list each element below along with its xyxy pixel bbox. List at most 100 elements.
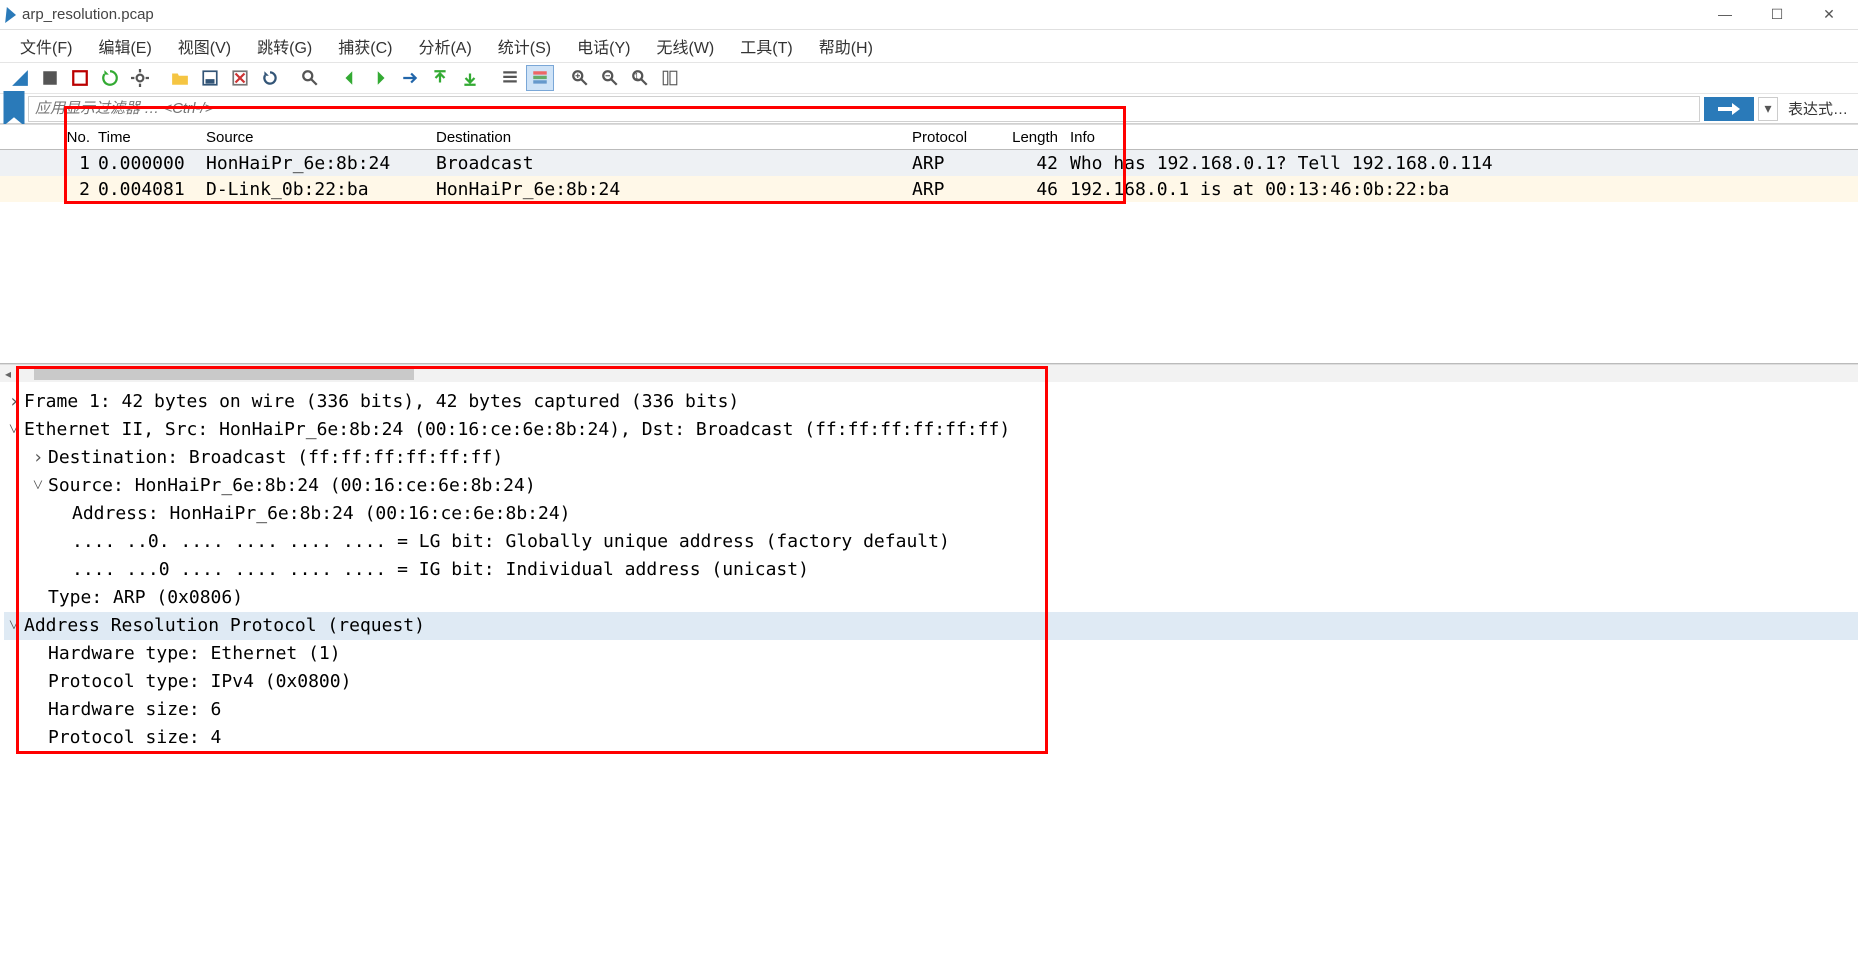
zoomout-icon[interactable] <box>596 65 624 91</box>
tree-toggle-icon[interactable]: › <box>4 388 24 416</box>
detail-text: Protocol size: 4 <box>48 724 221 752</box>
menu-item-7[interactable]: 电话(Y) <box>577 34 630 58</box>
expression-button[interactable]: 表达式… <box>1778 98 1858 119</box>
menu-item-5[interactable]: 分析(A) <box>418 34 471 58</box>
reload-icon[interactable] <box>256 65 284 91</box>
menu-item-1[interactable]: 编辑(E) <box>98 34 151 58</box>
open-icon[interactable] <box>166 65 194 91</box>
maximize-button[interactable]: ☐ <box>1760 6 1794 23</box>
svg-text:1: 1 <box>634 72 638 81</box>
window-controls: — ☐ ✕ <box>1708 6 1852 23</box>
detail-text: Address Resolution Protocol (request) <box>24 612 425 640</box>
col-source[interactable]: Source <box>206 129 436 146</box>
fin-icon[interactable] <box>6 65 34 91</box>
apply-filter-button[interactable] <box>1704 97 1754 121</box>
packet-row[interactable]: 20.004081D-Link_0b:22:baHonHaiPr_6e:8b:2… <box>0 176 1858 202</box>
detail-line[interactable]: .... ..0. .... .... .... .... = LG bit: … <box>4 528 1858 556</box>
cell-protocol: ARP <box>912 179 1010 200</box>
stop-icon[interactable] <box>66 65 94 91</box>
menubar: 文件(F) 编辑(E) 视图(V) 跳转(G) 捕获(C) 分析(A) 统计(S) 电话(Y)… <box>0 30 1858 62</box>
detail-text: .... ...0 .... .... .... .... = IG bit: … <box>72 556 809 584</box>
detail-line[interactable]: Protocol size: 4 <box>4 724 1858 752</box>
detail-line[interactable]: Hardware size: 6 <box>4 696 1858 724</box>
detail-line[interactable]: ›Frame 1: 42 bytes on wire (336 bits), 4… <box>4 388 1858 416</box>
menu-item-3[interactable]: 跳转(G) <box>257 34 312 58</box>
detail-text: .... ..0. .... .... .... .... = LG bit: … <box>72 528 950 556</box>
detail-text: Type: ARP (0x0806) <box>48 584 243 612</box>
filter-bar: ▾ 表达式… <box>0 94 1858 124</box>
packet-list-header: No. Time Source Destination Protocol Len… <box>0 124 1858 150</box>
menu-item-0[interactable]: 文件(F) <box>20 34 72 58</box>
fwd-icon[interactable] <box>366 65 394 91</box>
cell-info: Who has 192.168.0.1? Tell 192.168.0.114 <box>1064 153 1858 174</box>
tree-toggle-icon[interactable]: ˅ <box>4 612 24 640</box>
zoomreset-icon[interactable]: 1 <box>626 65 654 91</box>
toolbar-separator <box>486 65 494 91</box>
cell-time: 0.000000 <box>98 153 206 174</box>
menu-item-10[interactable]: 帮助(H) <box>819 34 873 58</box>
tree-toggle-icon[interactable]: ˅ <box>28 472 48 500</box>
app-icon <box>5 7 17 23</box>
goto-icon[interactable] <box>396 65 424 91</box>
cell-destination: HonHaiPr_6e:8b:24 <box>436 179 912 200</box>
restart-icon[interactable] <box>96 65 124 91</box>
menu-item-4[interactable]: 捕获(C) <box>338 34 392 58</box>
coloring-icon[interactable] <box>526 65 554 91</box>
bookmark-icon[interactable] <box>0 95 28 123</box>
tree-toggle-icon[interactable]: ˅ <box>4 416 24 444</box>
menu-item-8[interactable]: 无线(W) <box>656 34 714 58</box>
col-info[interactable]: Info <box>1064 129 1858 146</box>
packet-list-body: 10.000000HonHaiPr_6e:8b:24BroadcastARP42… <box>0 150 1858 202</box>
menu-item-6[interactable]: 统计(S) <box>498 34 551 58</box>
gotop-icon[interactable] <box>426 65 454 91</box>
find-icon[interactable] <box>296 65 324 91</box>
cell-time: 0.004081 <box>98 179 206 200</box>
col-protocol[interactable]: Protocol <box>912 129 1010 146</box>
detail-line[interactable]: Type: ARP (0x0806) <box>4 584 1858 612</box>
detail-line[interactable]: ˅Address Resolution Protocol (request) <box>4 612 1858 640</box>
titlebar: arp_resolution.pcap — ☐ ✕ <box>0 0 1858 30</box>
back-icon[interactable] <box>336 65 364 91</box>
minimize-button[interactable]: — <box>1708 6 1742 23</box>
packet-list-pane: No. Time Source Destination Protocol Len… <box>0 124 1858 364</box>
menu-item-2[interactable]: 视图(V) <box>178 34 231 58</box>
toolbar: 1 <box>0 62 1858 94</box>
col-length[interactable]: Length <box>1010 129 1064 146</box>
zoomin-icon[interactable] <box>566 65 594 91</box>
detail-line[interactable]: Protocol type: IPv4 (0x0800) <box>4 668 1858 696</box>
detail-line[interactable]: ˅Ethernet II, Src: HonHaiPr_6e:8b:24 (00… <box>4 416 1858 444</box>
detail-line[interactable]: ˅Source: HonHaiPr_6e:8b:24 (00:16:ce:6e:… <box>4 472 1858 500</box>
tree-toggle-icon[interactable]: › <box>28 444 48 472</box>
cell-no: 1 <box>12 153 98 174</box>
col-destination[interactable]: Destination <box>436 129 912 146</box>
filter-history-dropdown[interactable]: ▾ <box>1758 97 1778 121</box>
menu-item-9[interactable]: 工具(T) <box>740 34 792 58</box>
gear-icon[interactable] <box>126 65 154 91</box>
detail-text: Address: HonHaiPr_6e:8b:24 (00:16:ce:6e:… <box>72 500 571 528</box>
detail-text: Hardware type: Ethernet (1) <box>48 640 341 668</box>
cell-no: 2 <box>12 179 98 200</box>
autoscroll-icon[interactable] <box>496 65 524 91</box>
col-time[interactable]: Time <box>98 129 206 146</box>
detail-line[interactable]: .... ...0 .... .... .... .... = IG bit: … <box>4 556 1858 584</box>
pane-scrollbar[interactable]: ◂ <box>0 364 1858 382</box>
close-button[interactable]: ✕ <box>1812 6 1846 23</box>
cell-length: 46 <box>1010 179 1064 200</box>
cell-source: HonHaiPr_6e:8b:24 <box>206 153 436 174</box>
col-no[interactable]: No. <box>12 129 98 146</box>
save-icon[interactable] <box>196 65 224 91</box>
detail-line[interactable]: ›Destination: Broadcast (ff:ff:ff:ff:ff:… <box>4 444 1858 472</box>
detail-line[interactable]: Hardware type: Ethernet (1) <box>4 640 1858 668</box>
start-icon[interactable] <box>36 65 64 91</box>
gobot-icon[interactable] <box>456 65 484 91</box>
resize-icon[interactable] <box>656 65 684 91</box>
toolbar-separator <box>156 65 164 91</box>
packet-details-pane: ›Frame 1: 42 bytes on wire (336 bits), 4… <box>0 382 1858 758</box>
detail-text: Destination: Broadcast (ff:ff:ff:ff:ff:f… <box>48 444 503 472</box>
packet-row[interactable]: 10.000000HonHaiPr_6e:8b:24BroadcastARP42… <box>0 150 1858 176</box>
detail-line[interactable]: Address: HonHaiPr_6e:8b:24 (00:16:ce:6e:… <box>4 500 1858 528</box>
close-icon[interactable] <box>226 65 254 91</box>
detail-text: Source: HonHaiPr_6e:8b:24 (00:16:ce:6e:8… <box>48 472 536 500</box>
display-filter-input[interactable] <box>28 96 1700 122</box>
detail-text: Protocol type: IPv4 (0x0800) <box>48 668 351 696</box>
